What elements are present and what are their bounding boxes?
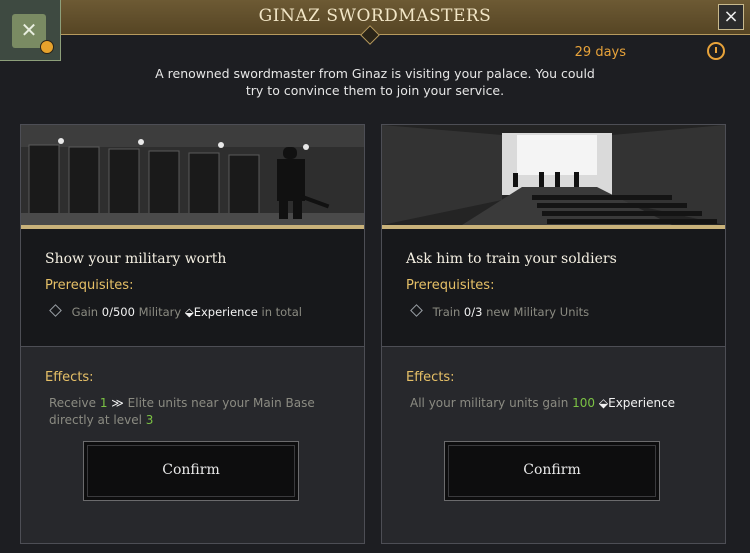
option-card-train-soldiers: Ask him to train your soldiers Prerequis… xyxy=(381,124,726,544)
diamond-icon xyxy=(410,304,423,317)
timer-label: 29 days xyxy=(574,45,626,60)
card-illustration-armory xyxy=(21,125,364,225)
card-title: Ask him to train your soldiers xyxy=(406,251,617,267)
event-description: A renowned swordmaster from Ginaz is vis… xyxy=(155,66,595,98)
stopwatch-icon xyxy=(707,42,725,60)
event-title: GINAZ SWORDMASTERS xyxy=(258,6,492,26)
prerequisites-heading: Prerequisites: xyxy=(406,278,495,293)
confirm-button[interactable]: Confirm xyxy=(444,441,660,501)
card-title: Show your military worth xyxy=(45,251,227,267)
effect-receive-elite-units: Receive 1 ≫ Elite units near your Main B… xyxy=(49,396,315,427)
prerequisite-train-units: Train 0/3 new Military Units xyxy=(410,304,589,319)
event-header: GINAZ SWORDMASTERS xyxy=(0,0,750,45)
close-button[interactable]: × xyxy=(718,4,744,30)
effects-heading: Effects: xyxy=(406,370,455,385)
header-chevron-icon xyxy=(360,25,380,45)
confirm-button[interactable]: Confirm xyxy=(83,441,299,501)
prerequisite-gain-experience: Gain 0/500 Military ⬙Experience in total xyxy=(49,304,302,319)
effects-heading: Effects: xyxy=(45,370,94,385)
prerequisites-heading: Prerequisites: xyxy=(45,278,134,293)
option-card-military-worth: Show your military worth Prerequisites: … xyxy=(20,124,365,544)
experience-icon: ⬙ xyxy=(184,305,194,319)
card-illustration-hall xyxy=(382,125,725,225)
close-icon: × xyxy=(723,6,739,27)
effect-gain-experience: All your military units gain 100 ⬙Experi… xyxy=(410,396,676,410)
emblem-timer-dot-icon xyxy=(40,40,54,54)
military-emblem: ✕ xyxy=(0,0,61,61)
elite-unit-icon: ≫ xyxy=(111,396,124,410)
experience-icon: ⬙ xyxy=(598,396,609,410)
diamond-icon xyxy=(49,304,62,317)
